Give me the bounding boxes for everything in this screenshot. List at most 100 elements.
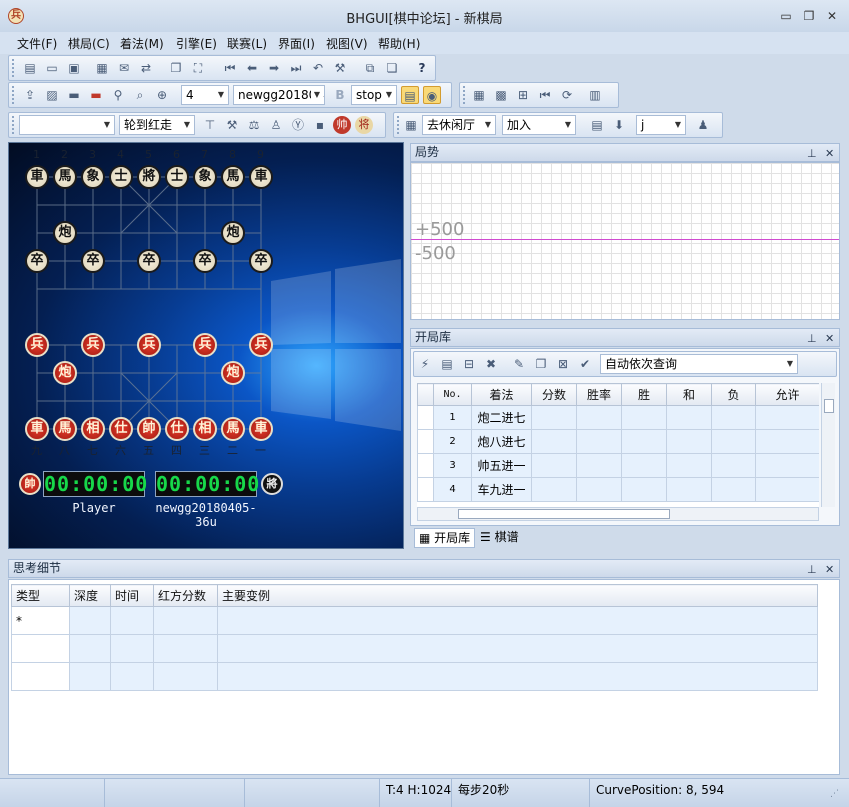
query-select[interactable]: 自动依次查询 ▼ bbox=[600, 354, 798, 374]
load-icon[interactable]: ⇪ bbox=[21, 86, 39, 104]
col-win[interactable]: 胜 bbox=[621, 383, 667, 406]
list-icon[interactable]: ▤ bbox=[438, 355, 456, 373]
undo-icon[interactable]: ↶ bbox=[309, 59, 327, 77]
red-piece[interactable]: 車 bbox=[249, 417, 273, 441]
col-draw[interactable]: 和 bbox=[666, 383, 712, 406]
monitor-icon[interactable]: ▬ bbox=[65, 86, 83, 104]
forward-icon[interactable]: ➡ bbox=[265, 59, 283, 77]
j-select[interactable]: j ▼ bbox=[636, 115, 686, 135]
tab-game-record[interactable]: ☰ 棋谱 bbox=[476, 528, 523, 548]
table-row[interactable]: 2 炮八进七 bbox=[417, 429, 819, 454]
capture-icon[interactable]: ⛶ bbox=[189, 59, 207, 77]
black-piece[interactable]: 車 bbox=[249, 165, 273, 189]
horizontal-scrollbar[interactable] bbox=[417, 507, 819, 521]
table-icon[interactable]: ▦ bbox=[470, 86, 488, 104]
red-piece-icon[interactable]: 帅 bbox=[333, 116, 351, 134]
bold-button[interactable]: B bbox=[331, 86, 349, 104]
scroll-thumb[interactable] bbox=[824, 399, 834, 413]
red-pawn[interactable]: 兵 bbox=[25, 333, 49, 357]
save-icon[interactable]: ▣ bbox=[65, 59, 83, 77]
table-row[interactable]: 3 帅五进一 bbox=[417, 453, 819, 478]
search-icon[interactable]: ⌕ bbox=[131, 86, 149, 104]
board-grid-icon[interactable]: ▦ bbox=[402, 116, 420, 134]
menu-engine[interactable]: 引擎(E) bbox=[176, 35, 217, 52]
col-main-line[interactable]: 主要变例 bbox=[217, 584, 818, 607]
menu-view[interactable]: 视图(V) bbox=[326, 35, 368, 52]
col-loss[interactable]: 负 bbox=[711, 383, 756, 406]
join-select[interactable]: 加入 ▼ bbox=[502, 115, 576, 135]
black-piece[interactable]: 士 bbox=[165, 165, 189, 189]
delete-icon[interactable]: ✖ bbox=[482, 355, 500, 373]
red-piece[interactable]: 車 bbox=[25, 417, 49, 441]
window-icon[interactable]: ❏ bbox=[383, 59, 401, 77]
menu-game[interactable]: 棋局(C) bbox=[68, 35, 110, 52]
col-move[interactable]: 着法 bbox=[471, 383, 532, 406]
red-pawn[interactable]: 兵 bbox=[81, 333, 105, 357]
scale-icon[interactable]: ⚖ bbox=[245, 116, 263, 134]
user-icon[interactable]: ♙ bbox=[267, 116, 285, 134]
engine-icon[interactable]: ◉ bbox=[423, 86, 441, 104]
table-row[interactable] bbox=[11, 634, 818, 663]
menu-help[interactable]: 帮助(H) bbox=[378, 35, 420, 52]
vertical-scrollbar[interactable] bbox=[821, 383, 835, 507]
pin-icon[interactable]: ⊥ bbox=[807, 330, 817, 347]
black-piece-icon[interactable]: 将 bbox=[355, 116, 373, 134]
pin-icon[interactable]: ⚲ bbox=[109, 86, 127, 104]
black-piece[interactable]: 車 bbox=[25, 165, 49, 189]
red-piece[interactable]: 仕 bbox=[165, 417, 189, 441]
black-piece[interactable]: 象 bbox=[81, 165, 105, 189]
col-depth[interactable]: 深度 bbox=[69, 584, 111, 607]
tools-icon[interactable]: ⚒ bbox=[223, 116, 241, 134]
prev-icon[interactable]: ⏮ bbox=[536, 86, 554, 104]
download-icon[interactable]: ⬇ bbox=[610, 116, 628, 134]
black-cannon[interactable]: 炮 bbox=[221, 221, 245, 245]
col-winrate[interactable]: 胜率 bbox=[576, 383, 622, 406]
black-pawn[interactable]: 卒 bbox=[193, 249, 217, 273]
last-move-icon[interactable]: ⏭ bbox=[287, 59, 305, 77]
pin-icon[interactable]: ⊥ bbox=[807, 561, 817, 578]
black-pawn[interactable]: 卒 bbox=[137, 249, 161, 273]
col-score[interactable]: 分数 bbox=[531, 383, 577, 406]
resize-grip-icon[interactable]: ⋰ bbox=[830, 789, 839, 799]
add-page-icon[interactable]: ⊞ bbox=[514, 86, 532, 104]
layout-icon[interactable]: ▥ bbox=[586, 86, 604, 104]
col-time[interactable]: 时间 bbox=[110, 584, 154, 607]
scroll-thumb[interactable] bbox=[458, 509, 670, 519]
black-piece[interactable]: 士 bbox=[109, 165, 133, 189]
chess-board[interactable]: 車馬象士將士象馬車炮炮卒卒卒卒卒兵兵兵兵兵炮炮車馬相仕帥仕相馬車 1 2 3 4… bbox=[8, 142, 404, 549]
red-piece[interactable]: 相 bbox=[193, 417, 217, 441]
col-type[interactable]: 类型 bbox=[11, 584, 70, 607]
engine-select[interactable]: newgg201804 ▼ bbox=[233, 85, 325, 105]
grid-icon[interactable]: ▩ bbox=[492, 86, 510, 104]
red-pawn[interactable]: 兵 bbox=[193, 333, 217, 357]
close-icon[interactable]: ✕ bbox=[825, 145, 834, 162]
new-icon[interactable]: ▤ bbox=[21, 59, 39, 77]
red-piece[interactable]: 馬 bbox=[53, 417, 77, 441]
black-pawn[interactable]: 卒 bbox=[25, 249, 49, 273]
red-piece[interactable]: 相 bbox=[81, 417, 105, 441]
red-cannon[interactable]: 炮 bbox=[53, 361, 77, 385]
blank-select[interactable]: ▼ bbox=[19, 115, 115, 135]
ladder-icon[interactable]: ▤ bbox=[588, 116, 606, 134]
table-row[interactable]: 1 炮二进七 bbox=[417, 405, 819, 430]
book-icon[interactable]: ▤ bbox=[401, 86, 419, 104]
tab-opening-book[interactable]: ▦ 开局库 bbox=[414, 528, 476, 548]
black-piece[interactable]: 馬 bbox=[221, 165, 245, 189]
col-red-score[interactable]: 红方分数 bbox=[153, 584, 218, 607]
red-piece[interactable]: 仕 bbox=[109, 417, 133, 441]
person-icon[interactable]: ♟ bbox=[694, 116, 712, 134]
black-piece[interactable]: 將 bbox=[137, 165, 161, 189]
pin-icon[interactable]: ⊥ bbox=[807, 145, 817, 162]
open-icon[interactable]: ▭ bbox=[43, 59, 61, 77]
black-pawn[interactable]: 卒 bbox=[81, 249, 105, 273]
close-icon[interactable]: ✕ bbox=[825, 561, 834, 578]
close-button[interactable]: ✕ bbox=[822, 7, 842, 25]
help-icon[interactable]: ? bbox=[413, 59, 431, 77]
close-icon[interactable]: ✕ bbox=[825, 330, 834, 347]
target-icon[interactable]: ⊕ bbox=[153, 86, 171, 104]
red-piece[interactable]: 馬 bbox=[221, 417, 245, 441]
check-icon[interactable]: ✔ bbox=[576, 355, 594, 373]
black-cannon[interactable]: 炮 bbox=[53, 221, 77, 245]
lightning-icon[interactable]: ⚡ bbox=[416, 355, 434, 373]
red-pawn[interactable]: 兵 bbox=[249, 333, 273, 357]
